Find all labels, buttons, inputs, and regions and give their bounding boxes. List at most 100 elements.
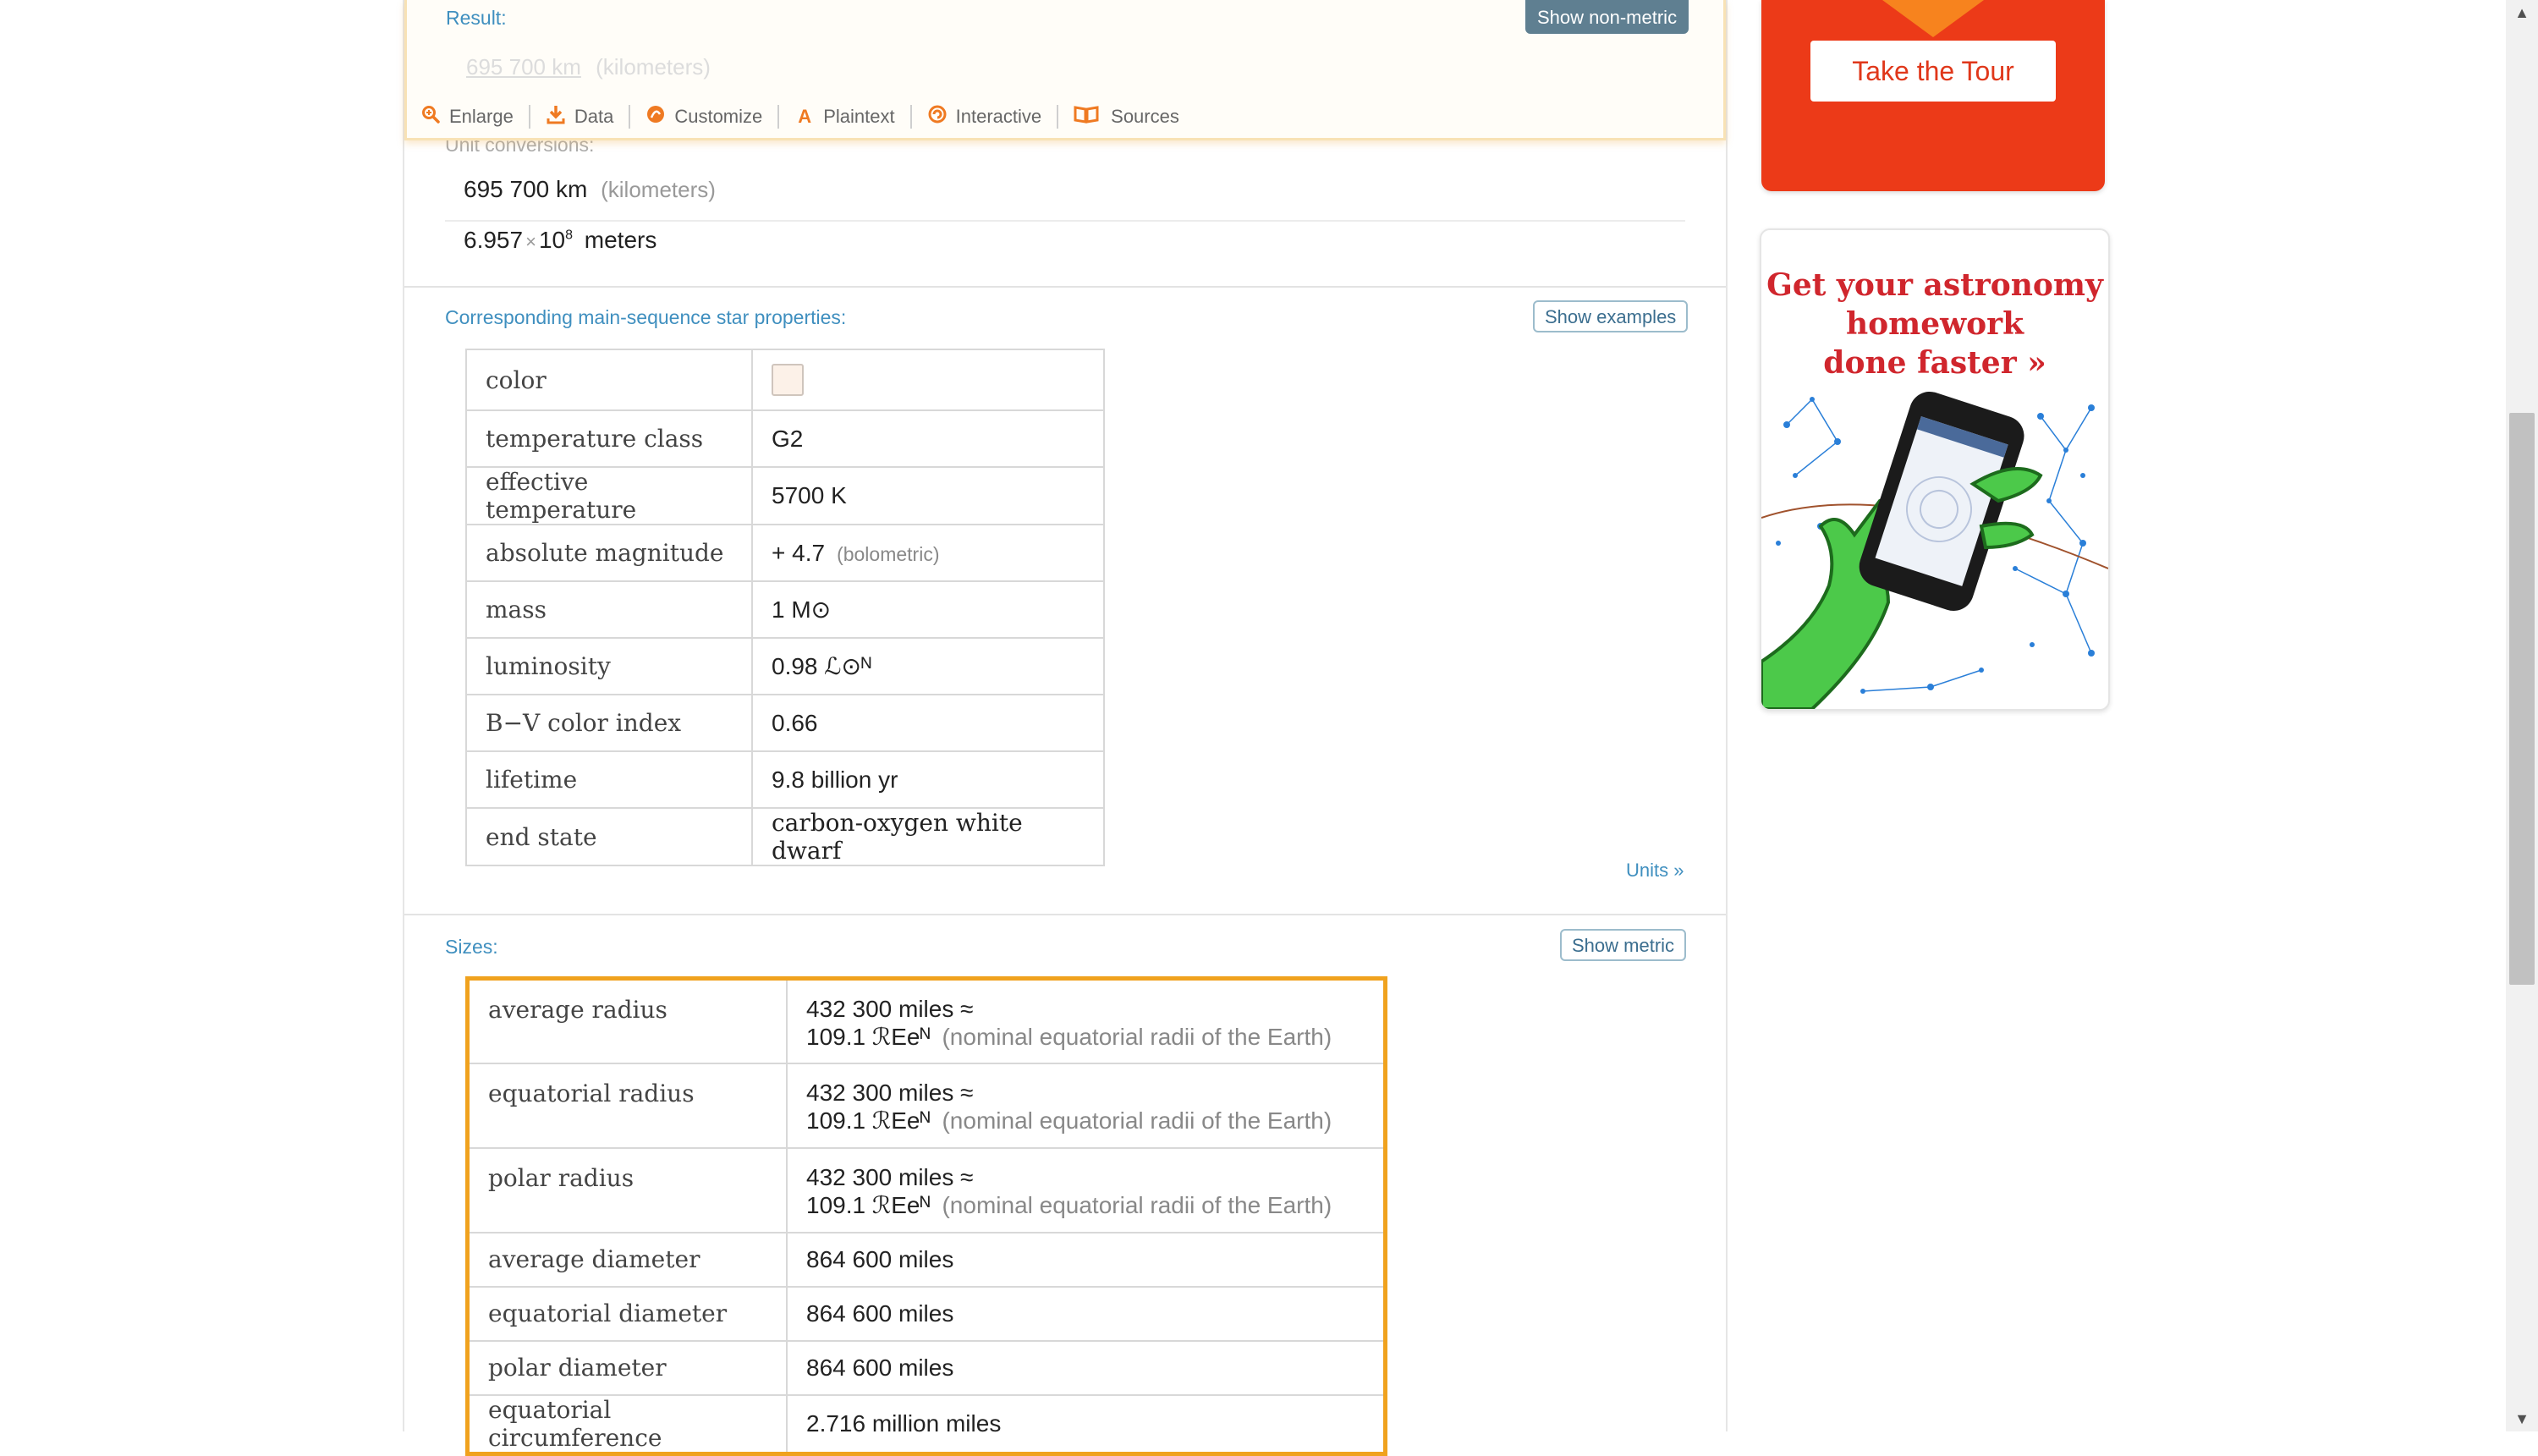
property-value: 0.66	[751, 694, 1105, 752]
times-sign: ×	[525, 231, 536, 252]
property-value-text: 5700 K	[772, 482, 847, 508]
magnifier-icon	[420, 105, 441, 129]
property-value-text: 1 M⊙	[772, 596, 832, 623]
property-name: luminosity	[465, 637, 753, 695]
units-link[interactable]: Units »	[1626, 860, 1684, 882]
size-value: 864 600 miles	[786, 1285, 1387, 1342]
size-value: 432 300 miles ≈109.1 ℛEeᴺ (nominal equato…	[786, 1062, 1387, 1149]
star-property-row: temperature class G2	[465, 409, 1105, 468]
conversion-value-km: 695 700 km	[464, 176, 588, 202]
star-property-row: color	[465, 349, 1105, 411]
plaintext-label: Plaintext	[823, 106, 895, 127]
earth-radii-note: (nominal equatorial radii of the Earth)	[942, 1107, 1332, 1134]
star-properties-table: color temperature class G2 effective temper…	[465, 349, 1105, 866]
plaintext-button[interactable]: A Plaintext	[794, 106, 894, 128]
earth-radii-note: (nominal equatorial radii of the Earth)	[942, 1191, 1332, 1218]
size-name: equatorial circumference	[466, 1393, 788, 1454]
size-name: average diameter	[466, 1231, 788, 1288]
size-row: equatorial diameter 864 600 miles	[466, 1285, 1387, 1342]
result-value-faded: 695 700 km (kilometers)	[466, 54, 711, 80]
size-value-primary: 432 300 miles ≈	[806, 1163, 974, 1190]
show-metric-button[interactable]: Show metric	[1560, 929, 1687, 961]
property-note: (bolometric)	[837, 542, 940, 565]
property-value: + 4.7 (bolometric)	[751, 524, 1105, 582]
pod-separator	[404, 914, 1726, 915]
star-property-row: absolute magnitude + 4.7 (bolometric)	[465, 524, 1105, 582]
size-name: equatorial diameter	[466, 1285, 788, 1342]
size-row: average radius 432 300 miles ≈109.1 ℛEeᴺ (…	[466, 977, 1387, 1064]
scroll-up-arrow-icon[interactable]: ▲	[2506, 0, 2538, 25]
astronomy-homework-ad[interactable]: Get your astronomy homework done faster …	[1760, 228, 2110, 711]
enlarge-button[interactable]: Enlarge	[420, 105, 514, 129]
size-row: average diameter 864 600 miles	[466, 1231, 1387, 1288]
scrollbar-thumb[interactable]	[2509, 413, 2535, 985]
customize-icon	[645, 104, 666, 129]
enlarge-label: Enlarge	[449, 106, 514, 127]
conversion-mantissa: 6.957	[464, 227, 524, 253]
result-faded-value: 695 700 km	[466, 54, 581, 80]
size-row: equatorial radius 432 300 miles ≈109.1 ℛE…	[466, 1062, 1387, 1149]
size-value: 2.716 million miles	[786, 1393, 1387, 1454]
take-the-tour-banner: Take the Tour	[1761, 0, 2105, 191]
sources-button[interactable]: Sources	[1074, 105, 1179, 129]
alien-hand-phone-illustration	[1761, 391, 2108, 709]
property-value-text: 0.98 ℒ⊙ᴺ	[772, 653, 871, 679]
size-name: average radius	[466, 977, 788, 1064]
size-value: 432 300 miles ≈109.1 ℛEeᴺ (nominal equato…	[786, 977, 1387, 1064]
vertical-scrollbar[interactable]: ▲ ▼	[2506, 0, 2538, 1431]
earth-radii-note: (nominal equatorial radii of the Earth)	[942, 1024, 1332, 1050]
banner-decoration	[1882, 0, 1984, 37]
interactive-icon	[927, 104, 948, 129]
data-button[interactable]: Data	[546, 104, 613, 129]
property-name: B−V color index	[465, 694, 753, 752]
toolbar-divider	[909, 105, 912, 129]
property-value: 9.8 billion yr	[751, 750, 1105, 809]
property-value-text: 9.8 billion yr	[772, 766, 898, 793]
size-row: equatorial circumference 2.716 million mi…	[466, 1393, 1387, 1454]
size-value-primary: 864 600 miles	[806, 1299, 954, 1327]
size-value-secondary: 109.1 ℛEeᴺ (nominal equatorial radii of t…	[806, 1107, 1365, 1135]
star-property-row: lifetime 9.8 billion yr	[465, 750, 1105, 809]
size-value-primary: 432 300 miles ≈	[806, 996, 974, 1022]
property-value: carbon-oxygen white dwarf	[751, 807, 1105, 866]
ad-headline-line: homework	[1845, 306, 2024, 342]
conversion-unit-meters: meters	[584, 227, 657, 253]
size-row: polar diameter 864 600 miles	[466, 1339, 1387, 1396]
size-value-primary: 432 300 miles ≈	[806, 1079, 974, 1106]
star-property-row: end state carbon-oxygen white dwarf	[465, 807, 1105, 866]
property-name: mass	[465, 580, 753, 639]
download-icon	[546, 104, 566, 129]
result-label: Result:	[446, 7, 507, 29]
pod-separator	[404, 286, 1726, 288]
earth-radii-value: 109.1 ℛEeᴺ	[806, 1107, 931, 1134]
sizes-table: average radius 432 300 miles ≈109.1 ℛEeᴺ(…	[465, 976, 1387, 1456]
toolbar-divider	[528, 105, 530, 129]
property-value-text: G2	[772, 425, 804, 452]
customize-button[interactable]: Customize	[645, 104, 762, 129]
interactive-label: Interactive	[955, 106, 1042, 127]
property-value-text: + 4.7	[772, 539, 826, 566]
interactive-button[interactable]: Interactive	[927, 104, 1042, 129]
earth-radii-value: 109.1 ℛEeᴺ	[806, 1024, 931, 1050]
star-property-row: effective temperature 5700 K	[465, 466, 1105, 525]
star-properties-label: Corresponding main-sequence star propert…	[445, 306, 847, 328]
result-faded-suffix: (kilometers)	[596, 54, 711, 80]
conversion-row-meters: 6.957 × 108 meters	[464, 227, 656, 254]
property-value: 5700 K	[751, 466, 1105, 525]
size-value: 432 300 miles ≈109.1 ℛEeᴺ (nominal equato…	[786, 1146, 1387, 1233]
property-name: end state	[465, 807, 753, 866]
property-value	[751, 349, 1105, 411]
show-non-metric-button[interactable]: Show non-metric	[1525, 0, 1689, 34]
size-value-secondary: 109.1 ℛEeᴺ (nominal equatorial radii of t…	[806, 1191, 1365, 1219]
take-the-tour-button[interactable]: Take the Tour	[1810, 41, 2056, 102]
property-name: absolute magnitude	[465, 524, 753, 582]
size-row: polar radius 432 300 miles ≈109.1 ℛEeᴺ (no…	[466, 1146, 1387, 1233]
sources-label: Sources	[1111, 106, 1179, 127]
property-value: G2	[751, 409, 1105, 468]
scroll-down-arrow-icon[interactable]: ▼	[2506, 1406, 2538, 1431]
conversion-note-km: (kilometers)	[601, 177, 716, 202]
color-swatch	[772, 364, 804, 396]
toolbar-divider	[777, 105, 780, 129]
property-value: 1 M⊙	[751, 580, 1105, 639]
show-examples-button[interactable]: Show examples	[1533, 300, 1689, 332]
